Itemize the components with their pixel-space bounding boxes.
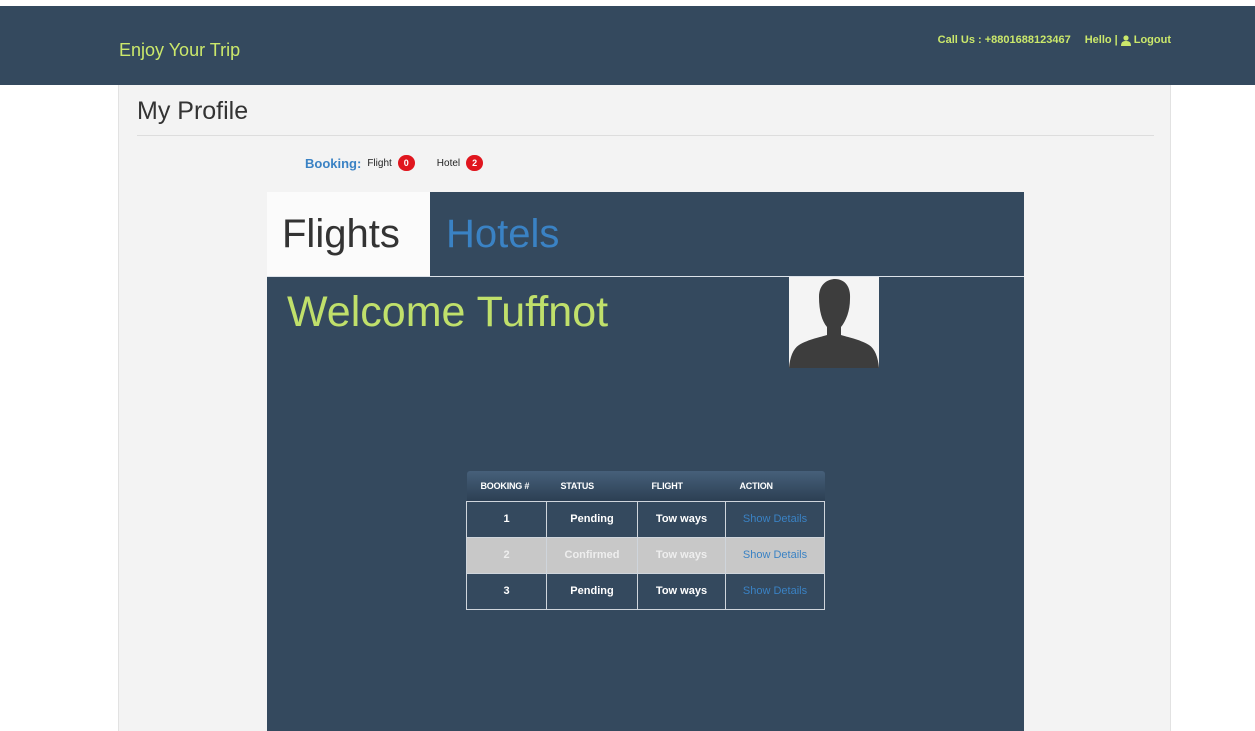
flight-count-badge: 0 xyxy=(397,155,415,171)
table-row: 2 Confirmed Tow ways Show Details xyxy=(466,536,825,574)
main-content: My Profile Booking: Flight 0 Hotel 2 Fli… xyxy=(118,85,1171,731)
hotel-count-label: Hotel xyxy=(436,157,461,169)
avatar xyxy=(789,277,879,368)
top-navbar: Enjoy Your Trip Call Us : +8801688123467… xyxy=(0,0,1255,85)
column-header-action: ACTION xyxy=(739,480,774,491)
booking-number-cell: 2 xyxy=(466,536,547,574)
booking-summary: Booking: Flight 0 Hotel 2 xyxy=(305,155,484,171)
show-details-link[interactable]: Show Details xyxy=(725,500,825,538)
call-us-text: Call Us : +8801688123467 xyxy=(937,34,1071,46)
bookings-table: BOOKING # STATUS FLIGHT ACTION 1 Pending… xyxy=(466,471,825,610)
brand-logo-text[interactable]: Enjoy Your Trip xyxy=(119,40,240,61)
column-header-flight: FLIGHT xyxy=(651,480,683,491)
flight-cell: Tow ways xyxy=(637,572,726,610)
column-header-booking: BOOKING # xyxy=(480,480,530,491)
user-menu: Hello | Logout xyxy=(1085,34,1171,46)
status-cell: Pending xyxy=(546,572,638,610)
header-right: Call Us : +8801688123467 Hello | Logout xyxy=(938,34,1171,46)
show-details-link[interactable]: Show Details xyxy=(725,536,825,574)
column-header-status: STATUS xyxy=(560,480,595,491)
title-divider xyxy=(137,135,1154,136)
profile-panel: Flights Hotels Welcome Tuffnot BOOKING #… xyxy=(267,192,1024,731)
flight-count-label: Flight xyxy=(367,157,392,169)
logout-link[interactable]: Logout xyxy=(1134,34,1171,46)
status-cell: Confirmed xyxy=(546,536,638,574)
booking-label: Booking: xyxy=(305,155,362,171)
avatar-silhouette-icon xyxy=(789,277,879,368)
flight-cell: Tow ways xyxy=(637,536,726,574)
table-row: 3 Pending Tow ways Show Details xyxy=(466,572,825,610)
page-title: My Profile xyxy=(137,97,249,125)
table-header-row: BOOKING # STATUS FLIGHT ACTION xyxy=(466,471,825,501)
hotel-count-badge: 2 xyxy=(466,155,484,171)
booking-number-cell: 3 xyxy=(466,572,547,610)
user-icon xyxy=(1120,34,1131,46)
bookings-table-wrapper: BOOKING # STATUS FLIGHT ACTION 1 Pending… xyxy=(466,471,825,610)
booking-number-cell: 1 xyxy=(466,500,547,538)
tab-hotels[interactable]: Hotels xyxy=(446,212,559,257)
tab-flights[interactable]: Flights xyxy=(267,192,430,277)
welcome-heading: Welcome Tuffnot xyxy=(287,288,609,336)
show-details-link[interactable]: Show Details xyxy=(725,572,825,610)
status-cell: Pending xyxy=(546,500,638,538)
tab-divider xyxy=(267,276,1024,277)
table-row: 1 Pending Tow ways Show Details xyxy=(466,500,825,538)
hello-text: Hello | xyxy=(1084,34,1118,46)
top-edge xyxy=(0,0,1255,6)
flight-cell: Tow ways xyxy=(637,500,726,538)
